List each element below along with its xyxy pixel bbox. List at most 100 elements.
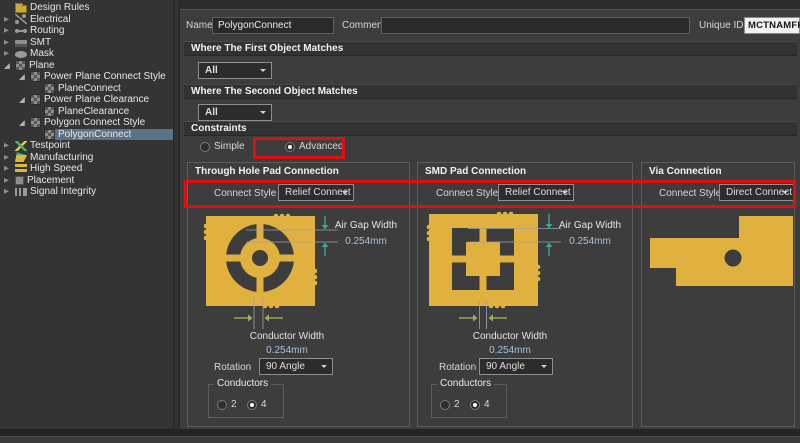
conductor-width-value: 0.254mm [228,345,346,356]
tree-item-label: Testpoint [30,140,70,151]
first-match-value: All [205,65,218,76]
conductors-2-label: 2 [231,399,237,410]
expander-collapsed-icon[interactable]: ▶ [4,152,15,163]
tree-item-body: Power Plane Clearance [30,94,173,106]
rule-icon [30,94,41,105]
tree-item-body: PolygonConnect [44,129,173,141]
conductors-4-row: 4 [470,399,490,410]
conductors-group: Conductors 2 4 [208,384,284,418]
advanced-radio-row: Advanced [285,141,343,152]
testpoint-icon [15,141,27,151]
advanced-radio[interactable] [285,142,295,152]
conductors-4-radio[interactable] [247,400,257,410]
name-input[interactable]: PolygonConnect [212,17,334,34]
tree-item-power-plane-connect-style[interactable]: ◢Power Plane Connect Style [0,71,173,83]
tree-item-smt[interactable]: ▶ SMT [0,37,173,49]
expander-expanded-icon[interactable]: ◢ [19,117,30,128]
tree-item-label: Design Rules [30,2,89,13]
via-connection-group: Via Connection Connect Style Direct Conn… [641,162,795,427]
rotation-label: Rotation [214,362,251,373]
expander-collapsed-icon[interactable]: ▶ [4,37,15,48]
signalintegrity-icon [15,188,27,196]
air-gap-width-label: Air Gap Width [326,220,406,231]
tree-item-planeconnect[interactable]: PlaneConnect [0,83,173,95]
tree-item-label: Signal Integrity [30,186,96,197]
unique-id-field[interactable]: MCTNAMFK [744,17,800,34]
tree-item-testpoint[interactable]: ▶ Testpoint [0,140,173,152]
second-object-matches-header: Where The Second Object Matches [184,84,797,99]
tree-item-body: Testpoint [15,140,173,152]
expander-expanded-icon[interactable]: ◢ [19,71,30,82]
tree-indent [0,99,19,100]
tree-item-electrical[interactable]: ▶Electrical [0,14,173,26]
tree-item-label: Manufacturing [30,152,93,163]
bottom-light-strip [0,436,800,443]
smt-icon [15,40,27,47]
tree-item-high-speed[interactable]: ▶ High Speed [0,163,173,175]
comment-label: Comment [342,20,385,31]
second-match-value: All [205,107,218,118]
tree-item-body: High Speed [15,163,173,175]
tree-item-body: SMT [15,37,173,49]
rotation-value: 90 Angle [486,361,525,372]
rotation-select[interactable]: 90 Angle [479,358,553,375]
rule-icon [44,129,55,140]
tree-item-design-rules[interactable]: Design Rules [0,2,173,14]
expander-collapsed-icon[interactable]: ▶ [4,25,15,36]
tree-item-signal-integrity[interactable]: ▶ Signal Integrity [0,186,173,198]
rotation-select[interactable]: 90 Angle [259,358,333,375]
conductors-4-row: 4 [247,399,267,410]
rule-icon [30,71,41,82]
constraints-header: Constraints [184,121,797,136]
conductors-label: Conductors [214,378,271,389]
tree-item-polygon-connect-style[interactable]: ◢Polygon Connect Style [0,117,173,129]
tree-item-body: Polygon Connect Style [30,117,173,129]
bottom-dark-strip [0,429,800,436]
expander-expanded-icon[interactable]: ◢ [4,60,15,71]
expander-collapsed-icon[interactable]: ▶ [4,186,15,197]
tree-item-routing[interactable]: ▶Routing [0,25,173,37]
plane-icon [15,60,26,71]
tree-indent [0,111,33,112]
name-label: Name [186,20,213,31]
second-match-select[interactable]: All [198,104,272,121]
simple-radio[interactable] [200,142,210,152]
rule-icon [44,106,55,117]
tree-item-body: Placement [15,175,173,187]
first-match-select[interactable]: All [198,62,272,79]
rotation-label: Rotation [439,362,476,373]
tree-indent [0,122,19,123]
expander-collapsed-icon[interactable]: ▶ [4,48,15,59]
comment-input[interactable] [381,17,690,34]
rule-editor-panel: Name PolygonConnect Comment Unique ID MC… [180,0,800,429]
conductors-2-radio[interactable] [217,400,227,410]
panel-splitter[interactable] [173,0,180,429]
unique-id-label: Unique ID [699,20,743,31]
tree-item-label: PlaneConnect [58,83,121,94]
tree-item-body: PlaneConnect [44,83,173,95]
expander-collapsed-icon[interactable]: ▶ [4,14,15,25]
tree-item-planeclearance[interactable]: PlaneClearance [0,106,173,118]
tree-item-polygonconnect[interactable]: PolygonConnect [0,129,173,141]
expander-collapsed-icon[interactable]: ▶ [4,140,15,151]
tree-item-label: SMT [30,37,51,48]
expander-expanded-icon[interactable]: ◢ [19,94,30,105]
tree-item-placement[interactable]: ▶Placement [0,175,173,187]
conductors-2-label: 2 [454,399,460,410]
tree-item-body: Design Rules [15,2,173,14]
expander-collapsed-icon[interactable]: ▶ [4,163,15,174]
tree-item-label: High Speed [30,163,82,174]
conductors-4-radio[interactable] [470,400,480,410]
tree-indent [0,7,4,8]
tree-item-manufacturing[interactable]: ▶ Manufacturing [0,152,173,164]
tree-item-mask[interactable]: ▶ Mask [0,48,173,60]
expander-collapsed-icon[interactable]: ▶ [4,175,15,186]
tree-indent [0,76,19,77]
air-gap-width-value: 0.254mm [549,236,631,247]
conductors-2-radio[interactable] [440,400,450,410]
tree-item-body: Electrical [15,14,173,26]
tree-item-power-plane-clearance[interactable]: ◢Power Plane Clearance [0,94,173,106]
tree-item-body: PlaneClearance [44,106,173,118]
tree-item-label: Mask [30,48,54,59]
tree-item-plane[interactable]: ◢Plane [0,60,173,72]
